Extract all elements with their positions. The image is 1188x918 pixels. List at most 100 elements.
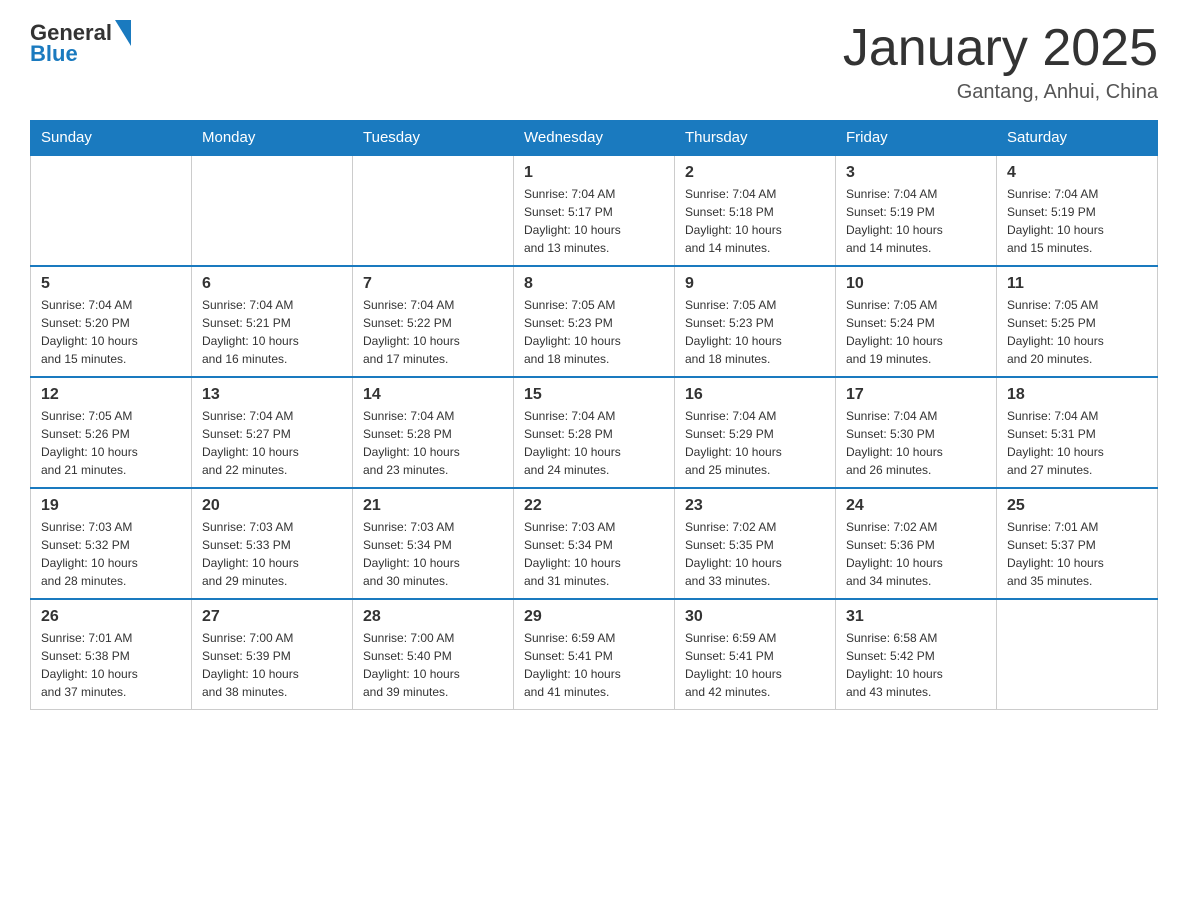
calendar-cell: 28 Sunrise: 7:00 AM Sunset: 5:40 PM Dayli… bbox=[353, 599, 514, 710]
day-info: Sunrise: 7:05 AM Sunset: 5:26 PM Dayligh… bbox=[41, 407, 181, 479]
calendar-cell: 20 Sunrise: 7:03 AM Sunset: 5:33 PM Dayli… bbox=[192, 488, 353, 599]
calendar-cell: 24 Sunrise: 7:02 AM Sunset: 5:36 PM Dayli… bbox=[836, 488, 997, 599]
logo: General Blue bbox=[30, 20, 131, 66]
day-number: 28 bbox=[363, 608, 503, 626]
weekday-header-tuesday: Tuesday bbox=[353, 121, 514, 156]
day-info: Sunrise: 7:04 AM Sunset: 5:30 PM Dayligh… bbox=[846, 407, 986, 479]
calendar-cell: 2 Sunrise: 7:04 AM Sunset: 5:18 PM Daylig… bbox=[675, 155, 836, 266]
calendar-cell: 18Sunrise: 7:04 AM Sunset: 5:31 PM Dayli… bbox=[997, 377, 1158, 488]
weekday-header-friday: Friday bbox=[836, 121, 997, 156]
day-number: 1 bbox=[524, 164, 664, 182]
day-number: 3 bbox=[846, 164, 986, 182]
calendar-subtitle: Gantang, Anhui, China bbox=[843, 81, 1158, 104]
day-info: Sunrise: 7:01 AM Sunset: 5:38 PM Dayligh… bbox=[41, 629, 181, 701]
day-number: 13 bbox=[202, 386, 342, 404]
day-number: 5 bbox=[41, 275, 181, 293]
calendar-cell: 23Sunrise: 7:02 AM Sunset: 5:35 PM Dayli… bbox=[675, 488, 836, 599]
calendar-cell: 6Sunrise: 7:04 AM Sunset: 5:21 PM Daylig… bbox=[192, 266, 353, 377]
calendar-cell: 21 Sunrise: 7:03 AM Sunset: 5:34 PM Dayli… bbox=[353, 488, 514, 599]
day-info: Sunrise: 7:03 AM Sunset: 5:32 PM Dayligh… bbox=[41, 518, 181, 590]
day-info: Sunrise: 7:04 AM Sunset: 5:29 PM Dayligh… bbox=[685, 407, 825, 479]
logo-blue-text: Blue bbox=[30, 42, 131, 66]
day-info: Sunrise: 7:04 AM Sunset: 5:19 PM Dayligh… bbox=[846, 185, 986, 257]
day-number: 19 bbox=[41, 497, 181, 515]
day-info: Sunrise: 7:04 AM Sunset: 5:28 PM Dayligh… bbox=[363, 407, 503, 479]
calendar-cell: 4 Sunrise: 7:04 AM Sunset: 5:19 PM Daylig… bbox=[997, 155, 1158, 266]
day-number: 7 bbox=[363, 275, 503, 293]
day-number: 12 bbox=[41, 386, 181, 404]
page-header: General Blue January 2025 Gantang, Anhui… bbox=[30, 20, 1158, 104]
calendar-cell bbox=[997, 599, 1158, 710]
calendar-cell: 3 Sunrise: 7:04 AM Sunset: 5:19 PM Daylig… bbox=[836, 155, 997, 266]
day-info: Sunrise: 7:01 AM Sunset: 5:37 PM Dayligh… bbox=[1007, 518, 1147, 590]
calendar-cell: 22Sunrise: 7:03 AM Sunset: 5:34 PM Dayli… bbox=[514, 488, 675, 599]
day-number: 11 bbox=[1007, 275, 1147, 293]
day-info: Sunrise: 7:05 AM Sunset: 5:24 PM Dayligh… bbox=[846, 296, 986, 368]
calendar-cell: 27Sunrise: 7:00 AM Sunset: 5:39 PM Dayli… bbox=[192, 599, 353, 710]
calendar-cell bbox=[353, 155, 514, 266]
calendar-cell: 29Sunrise: 6:59 AM Sunset: 5:41 PM Dayli… bbox=[514, 599, 675, 710]
day-info: Sunrise: 7:02 AM Sunset: 5:36 PM Dayligh… bbox=[846, 518, 986, 590]
weekday-header-saturday: Saturday bbox=[997, 121, 1158, 156]
calendar-cell: 26 Sunrise: 7:01 AM Sunset: 5:38 PM Dayli… bbox=[31, 599, 192, 710]
calendar-cell: 31 Sunrise: 6:58 AM Sunset: 5:42 PM Dayli… bbox=[836, 599, 997, 710]
day-number: 8 bbox=[524, 275, 664, 293]
day-number: 21 bbox=[363, 497, 503, 515]
calendar-cell: 15 Sunrise: 7:04 AM Sunset: 5:28 PM Dayli… bbox=[514, 377, 675, 488]
day-number: 16 bbox=[685, 386, 825, 404]
day-info: Sunrise: 7:05 AM Sunset: 5:23 PM Dayligh… bbox=[685, 296, 825, 368]
day-info: Sunrise: 7:03 AM Sunset: 5:33 PM Dayligh… bbox=[202, 518, 342, 590]
calendar-cell: 12 Sunrise: 7:05 AM Sunset: 5:26 PM Dayli… bbox=[31, 377, 192, 488]
day-number: 26 bbox=[41, 608, 181, 626]
weekday-header-sunday: Sunday bbox=[31, 121, 192, 156]
day-number: 29 bbox=[524, 608, 664, 626]
day-info: Sunrise: 7:04 AM Sunset: 5:18 PM Dayligh… bbox=[685, 185, 825, 257]
day-info: Sunrise: 7:04 AM Sunset: 5:22 PM Dayligh… bbox=[363, 296, 503, 368]
calendar-cell: 25 Sunrise: 7:01 AM Sunset: 5:37 PM Dayli… bbox=[997, 488, 1158, 599]
day-number: 4 bbox=[1007, 164, 1147, 182]
day-number: 14 bbox=[363, 386, 503, 404]
day-info: Sunrise: 7:04 AM Sunset: 5:21 PM Dayligh… bbox=[202, 296, 342, 368]
day-number: 24 bbox=[846, 497, 986, 515]
day-info: Sunrise: 7:02 AM Sunset: 5:35 PM Dayligh… bbox=[685, 518, 825, 590]
day-info: Sunrise: 7:04 AM Sunset: 5:27 PM Dayligh… bbox=[202, 407, 342, 479]
weekday-header-wednesday: Wednesday bbox=[514, 121, 675, 156]
calendar-week-2: 5Sunrise: 7:04 AM Sunset: 5:20 PM Daylig… bbox=[31, 266, 1158, 377]
title-block: January 2025 Gantang, Anhui, China bbox=[843, 20, 1158, 104]
day-info: Sunrise: 6:59 AM Sunset: 5:41 PM Dayligh… bbox=[685, 629, 825, 701]
day-number: 20 bbox=[202, 497, 342, 515]
calendar-cell: 7 Sunrise: 7:04 AM Sunset: 5:22 PM Daylig… bbox=[353, 266, 514, 377]
calendar-cell bbox=[192, 155, 353, 266]
day-info: Sunrise: 7:04 AM Sunset: 5:28 PM Dayligh… bbox=[524, 407, 664, 479]
day-number: 2 bbox=[685, 164, 825, 182]
calendar-cell: 19 Sunrise: 7:03 AM Sunset: 5:32 PM Dayli… bbox=[31, 488, 192, 599]
calendar-cell: 16 Sunrise: 7:04 AM Sunset: 5:29 PM Dayli… bbox=[675, 377, 836, 488]
day-number: 25 bbox=[1007, 497, 1147, 515]
day-info: Sunrise: 7:05 AM Sunset: 5:23 PM Dayligh… bbox=[524, 296, 664, 368]
day-info: Sunrise: 7:04 AM Sunset: 5:19 PM Dayligh… bbox=[1007, 185, 1147, 257]
day-number: 9 bbox=[685, 275, 825, 293]
calendar-cell: 8 Sunrise: 7:05 AM Sunset: 5:23 PM Daylig… bbox=[514, 266, 675, 377]
weekday-header-thursday: Thursday bbox=[675, 121, 836, 156]
day-number: 18 bbox=[1007, 386, 1147, 404]
day-number: 30 bbox=[685, 608, 825, 626]
calendar-cell: 5Sunrise: 7:04 AM Sunset: 5:20 PM Daylig… bbox=[31, 266, 192, 377]
calendar-week-5: 26 Sunrise: 7:01 AM Sunset: 5:38 PM Dayli… bbox=[31, 599, 1158, 710]
day-info: Sunrise: 7:03 AM Sunset: 5:34 PM Dayligh… bbox=[363, 518, 503, 590]
calendar-week-3: 12 Sunrise: 7:05 AM Sunset: 5:26 PM Dayli… bbox=[31, 377, 1158, 488]
day-info: Sunrise: 7:03 AM Sunset: 5:34 PM Dayligh… bbox=[524, 518, 664, 590]
calendar-cell: 13 Sunrise: 7:04 AM Sunset: 5:27 PM Dayli… bbox=[192, 377, 353, 488]
weekday-header-monday: Monday bbox=[192, 121, 353, 156]
day-info: Sunrise: 7:00 AM Sunset: 5:40 PM Dayligh… bbox=[363, 629, 503, 701]
calendar-cell: 10Sunrise: 7:05 AM Sunset: 5:24 PM Dayli… bbox=[836, 266, 997, 377]
calendar-cell: 9 Sunrise: 7:05 AM Sunset: 5:23 PM Daylig… bbox=[675, 266, 836, 377]
calendar-cell: 11 Sunrise: 7:05 AM Sunset: 5:25 PM Dayli… bbox=[997, 266, 1158, 377]
calendar-cell: 30 Sunrise: 6:59 AM Sunset: 5:41 PM Dayli… bbox=[675, 599, 836, 710]
weekday-header-row: SundayMondayTuesdayWednesdayThursdayFrid… bbox=[31, 121, 1158, 156]
calendar-cell: 1Sunrise: 7:04 AM Sunset: 5:17 PM Daylig… bbox=[514, 155, 675, 266]
day-number: 15 bbox=[524, 386, 664, 404]
day-info: Sunrise: 6:58 AM Sunset: 5:42 PM Dayligh… bbox=[846, 629, 986, 701]
calendar-cell: 14 Sunrise: 7:04 AM Sunset: 5:28 PM Dayli… bbox=[353, 377, 514, 488]
day-number: 31 bbox=[846, 608, 986, 626]
day-info: Sunrise: 7:05 AM Sunset: 5:25 PM Dayligh… bbox=[1007, 296, 1147, 368]
